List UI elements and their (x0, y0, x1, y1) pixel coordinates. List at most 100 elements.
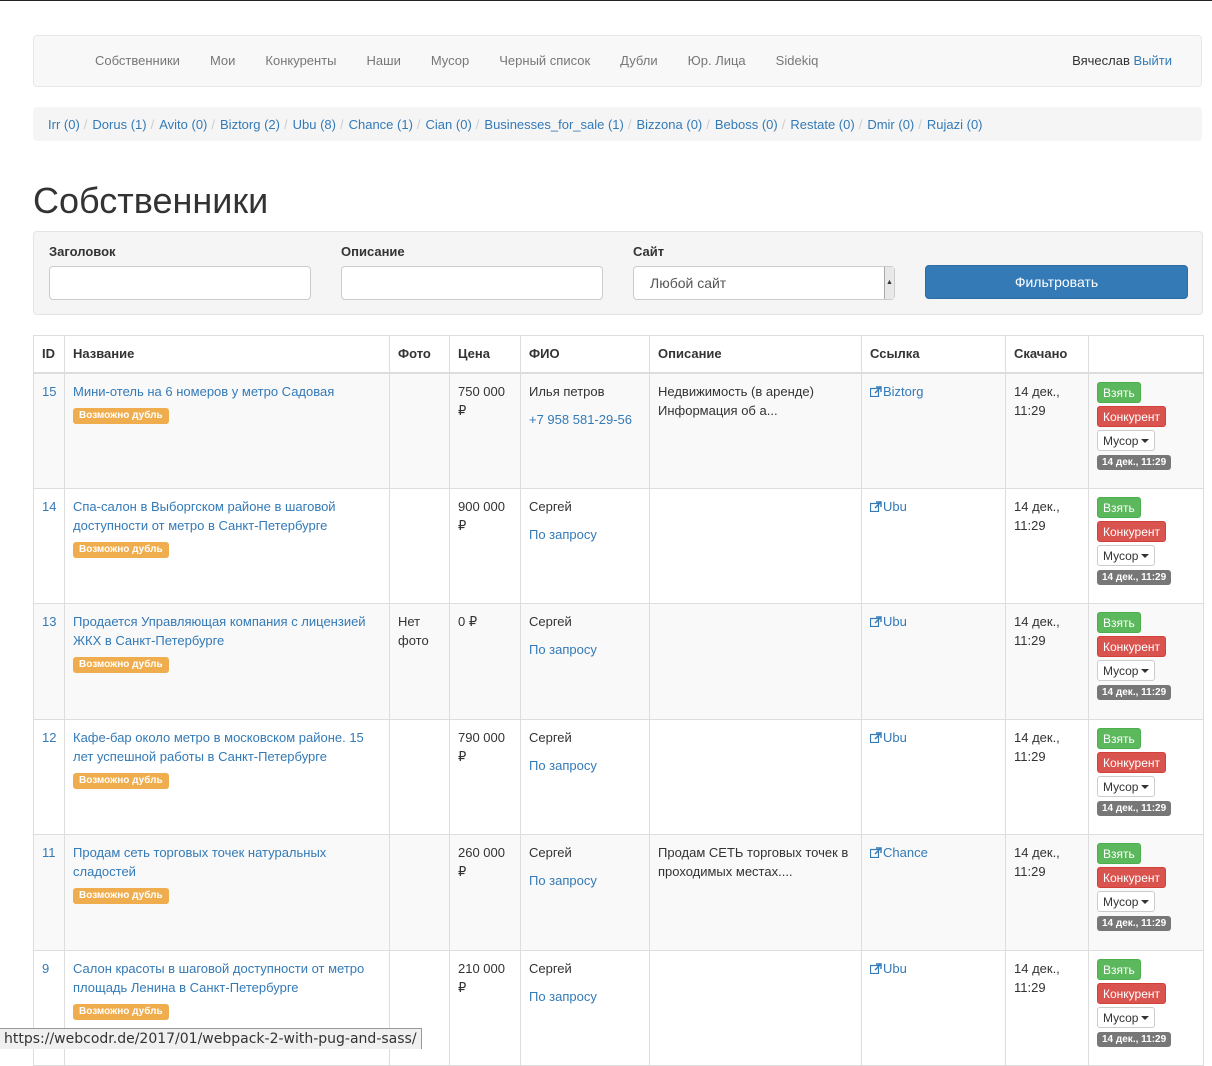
source-link[interactable]: Biztorg (2) (220, 117, 280, 132)
listing-title-link[interactable]: Салон красоты в шаговой доступности от м… (73, 961, 364, 995)
trash-dropdown-button[interactable]: Мусор (1097, 544, 1156, 566)
competitor-button[interactable]: Конкурент (1097, 867, 1167, 888)
source-link[interactable]: Dorus (1) (92, 117, 146, 132)
nav-item-2[interactable]: Конкуренты (250, 36, 351, 86)
photo-cell (389, 718, 450, 835)
person-name: Сергей (529, 614, 572, 629)
trash-dropdown-button[interactable]: Мусор (1097, 660, 1156, 681)
photo-cell: Нет фото (389, 603, 450, 720)
source-link[interactable]: Avito (0) (159, 117, 207, 132)
contact-link[interactable]: По запросу (529, 640, 641, 659)
trash-dropdown-button[interactable]: Мусор (1097, 429, 1156, 451)
row-actions: Взять Конкурент Мусор 14 дек., 11:29 (1097, 496, 1195, 585)
logout-link[interactable]: Выйти (1134, 53, 1173, 68)
contact-link[interactable]: По запросу (529, 987, 641, 1006)
source-link[interactable]: Restate (0) (790, 117, 854, 132)
listing-id-link[interactable]: 14 (42, 499, 56, 514)
listing-title-link[interactable]: Кафе-бар около метро в московском районе… (73, 730, 364, 764)
source-link[interactable]: Businesses_for_sale (1) (484, 117, 623, 132)
source-link[interactable]: Irr (0) (48, 117, 80, 132)
source-name: Ubu (883, 729, 907, 745)
source-link[interactable]: Beboss (0) (715, 117, 778, 132)
downloaded-time: 14 дек., 11:29 (1014, 383, 1060, 418)
contact-link[interactable]: По запросу (529, 525, 641, 544)
description-cell (649, 949, 862, 1066)
price-value: 0 ₽ (458, 614, 478, 629)
site-select[interactable]: Любой сайт ▲ (633, 266, 895, 300)
take-button[interactable]: Взять (1097, 843, 1141, 864)
table-row: 11 Продам сеть торговых точек натуральных… (33, 834, 1204, 951)
trash-dropdown-button[interactable]: Мусор (1097, 775, 1156, 797)
row-actions: Взять Конкурент Мусор 14 дек., 11:29 (1097, 843, 1195, 931)
competitor-button[interactable]: Конкурент (1097, 982, 1167, 1004)
competitor-button[interactable]: Конкурент (1097, 636, 1167, 657)
source-link[interactable]: Bizzona (0) (637, 117, 703, 132)
listing-title-link[interactable]: Мини-отель на 6 номеров у метро Садовая (73, 384, 334, 399)
listing-id-link[interactable]: 12 (42, 730, 56, 745)
name-cell: Мини-отель на 6 номеров у метро Садовая В… (64, 372, 390, 489)
source-external-link[interactable]: Ubu (869, 499, 907, 514)
description-filter-input[interactable] (341, 266, 603, 300)
competitor-button[interactable]: Конкурент (1097, 751, 1167, 773)
source-external-link[interactable]: Ubu (869, 961, 907, 976)
trash-dropdown-button[interactable]: Мусор (1097, 891, 1156, 912)
nav-item-5[interactable]: Черный список (484, 36, 605, 86)
id-cell: 13 (33, 603, 65, 720)
source-link[interactable]: Rujazi (0) (927, 117, 983, 132)
trash-label: Мусор (1103, 1010, 1139, 1025)
listing-title-link[interactable]: Продам сеть торговых точек натуральных с… (73, 845, 326, 879)
listing-id-link[interactable]: 9 (42, 961, 49, 976)
link-cell: Biztorg (861, 372, 1006, 489)
competitor-button[interactable]: Конкурент (1097, 520, 1167, 542)
price-value: 900 000 ₽ (458, 498, 505, 533)
person-name: Сергей (529, 845, 572, 860)
listing-id-link[interactable]: 15 (42, 384, 56, 399)
trash-dropdown-button[interactable]: Мусор (1097, 1006, 1156, 1028)
downloaded-cell: 14 дек., 11:29 (1005, 603, 1089, 720)
competitor-button[interactable]: Конкурент (1097, 405, 1167, 427)
take-button[interactable]: Взять (1097, 727, 1141, 749)
nav-item-1[interactable]: Мои (195, 36, 250, 86)
source-external-link[interactable]: Biztorg (869, 384, 923, 399)
source-external-link[interactable]: Chance (869, 845, 928, 860)
source-link[interactable]: Ubu (8) (293, 117, 336, 132)
listing-title-link[interactable]: Продается Управляющая компания с лицензи… (73, 614, 366, 648)
contact-link[interactable]: По запросу (529, 871, 641, 890)
person-cell: Сергей По запросу (520, 718, 650, 835)
nav-item-0[interactable]: Собственники (80, 36, 195, 86)
source-external-link[interactable]: Ubu (869, 729, 907, 745)
nav-item-8[interactable]: Sidekiq (761, 36, 834, 86)
nav-item-6[interactable]: Дубли (605, 36, 672, 86)
take-button[interactable]: Взять (1097, 958, 1141, 980)
source-link[interactable]: Chance (1) (349, 117, 413, 132)
photo-cell (389, 487, 450, 604)
source-crumb: Cian (0) / (426, 117, 485, 132)
contact-link[interactable]: По запросу (529, 756, 641, 775)
nav-item-4[interactable]: Мусор (416, 36, 484, 86)
take-button[interactable]: Взять (1097, 612, 1141, 633)
source-external-link[interactable]: Ubu (869, 614, 907, 629)
take-button[interactable]: Взять (1097, 496, 1141, 518)
possible-duplicate-badge: Возможно дубль (73, 657, 169, 673)
filter-button[interactable]: Фильтровать (925, 265, 1188, 299)
source-link[interactable]: Cian (0) (426, 117, 472, 132)
nav-item-3[interactable]: Наши (352, 36, 416, 86)
nav-item-7[interactable]: Юр. Лица (673, 36, 761, 86)
title-filter-input[interactable] (49, 266, 311, 300)
source-link[interactable]: Dmir (0) (867, 117, 914, 132)
description-cell (649, 718, 862, 835)
take-button[interactable]: Взять (1097, 381, 1141, 403)
contact-link[interactable]: +7 958 581-29-56 (529, 410, 641, 429)
listing-title-link[interactable]: Спа-салон в Выборгском районе в шаговой … (73, 499, 336, 533)
nav-menu: Собственники Мои Конкуренты Наши Мусор Черный… (80, 36, 833, 86)
listing-id-link[interactable]: 11 (42, 845, 56, 860)
listing-id-link[interactable]: 13 (42, 614, 56, 629)
price-cell: 790 000 ₽ (449, 718, 521, 835)
breadcrumb-separator: / (627, 116, 632, 132)
description-cell (649, 603, 862, 720)
breadcrumb-separator: / (706, 116, 710, 132)
column-header: ID (33, 335, 65, 374)
caret-down-icon (1141, 900, 1150, 904)
source-crumb: Biztorg (2) / (220, 117, 293, 132)
price-cell: 750 000 ₽ (449, 372, 521, 489)
